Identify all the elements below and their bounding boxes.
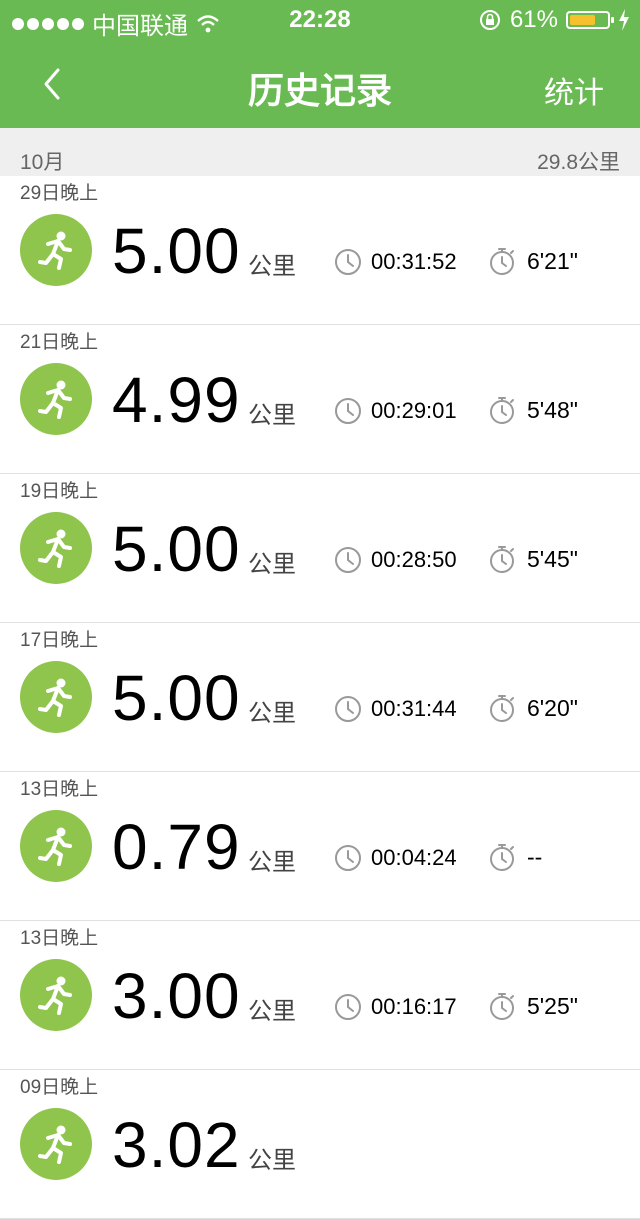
history-record-row[interactable]: 19日晚上 5.00 公里 00:28:50 5'45" — [0, 474, 640, 623]
record-duration: 00:04:24 — [371, 845, 457, 870]
record-pace: 5'45" — [527, 546, 578, 572]
record-distance: 5.00 — [112, 215, 241, 287]
header-bar: 中国联通 22:28 61% 历史记录 统计 — [0, 0, 640, 128]
running-person-icon — [20, 1108, 92, 1180]
clock-icon — [335, 398, 361, 424]
history-record-row[interactable]: 13日晚上 0.79 公里 00:04:24 -- — [0, 772, 640, 921]
record-date: 09日晚上 — [20, 1077, 99, 1098]
record-pace: 6'21" — [527, 248, 578, 274]
running-person-icon — [20, 661, 92, 733]
running-person-icon — [20, 959, 92, 1031]
record-distance: 0.79 — [112, 811, 241, 883]
record-date: 21日晚上 — [20, 332, 99, 353]
status-bar: 中国联通 22:28 61% — [0, 0, 640, 40]
stopwatch-icon — [490, 397, 514, 424]
record-date: 13日晚上 — [20, 928, 99, 949]
running-person-icon — [20, 363, 92, 435]
history-record-row[interactable]: 29日晚上 5.00 公里 00:31:52 6'21" — [0, 176, 640, 325]
charging-bolt-icon — [619, 9, 629, 31]
stopwatch-icon — [490, 844, 514, 871]
stopwatch-icon — [490, 546, 514, 573]
stopwatch-icon — [490, 993, 514, 1020]
record-pace: 6'20" — [527, 695, 578, 721]
navigation-bar: 历史记录 统计 — [0, 40, 640, 128]
history-record-row[interactable]: 09日晚上 3.02 公里 — [0, 1070, 640, 1219]
running-person-icon — [20, 512, 92, 584]
clock-icon — [335, 547, 361, 573]
distance-unit: 公里 — [248, 402, 296, 429]
clock-icon — [335, 845, 361, 871]
stats-button[interactable]: 统计 — [544, 68, 604, 112]
running-person-icon — [20, 810, 92, 882]
clock-icon — [335, 249, 361, 275]
history-record-row[interactable]: 21日晚上 4.99 公里 00:29:01 5'48" — [0, 325, 640, 474]
record-pace: -- — [527, 844, 543, 870]
record-date: 13日晚上 — [20, 779, 99, 800]
clock-icon — [335, 696, 361, 722]
stopwatch-icon — [490, 695, 514, 722]
month-total-distance: 29.8公里 — [537, 151, 620, 174]
distance-unit: 公里 — [248, 551, 296, 578]
record-duration: 00:16:17 — [371, 994, 457, 1019]
record-duration: 00:28:50 — [371, 547, 457, 572]
stopwatch-icon — [490, 248, 514, 275]
record-distance: 4.99 — [112, 364, 241, 436]
battery-icon — [566, 11, 614, 29]
battery-percent: 61% — [509, 6, 558, 33]
record-duration: 00:29:01 — [371, 398, 457, 423]
clock-icon — [335, 994, 361, 1020]
history-record-row[interactable]: 17日晚上 5.00 公里 00:31:44 6'20" — [0, 623, 640, 772]
distance-unit: 公里 — [248, 849, 296, 876]
distance-unit: 公里 — [248, 998, 296, 1025]
running-person-icon — [20, 214, 92, 286]
record-distance: 5.00 — [112, 513, 241, 585]
record-pace: 5'48" — [527, 397, 578, 423]
record-duration: 00:31:52 — [371, 249, 457, 274]
distance-unit: 公里 — [248, 1147, 296, 1174]
record-duration: 00:31:44 — [371, 696, 457, 721]
distance-unit: 公里 — [248, 700, 296, 727]
rotation-lock-icon — [479, 10, 500, 30]
month-section-header: 10月 29.8公里 — [0, 128, 640, 176]
record-pace: 5'25" — [527, 993, 578, 1019]
record-distance: 3.02 — [112, 1109, 241, 1181]
history-record-row[interactable]: 13日晚上 3.00 公里 00:16:17 5'25" — [0, 921, 640, 1070]
distance-unit: 公里 — [248, 253, 296, 280]
record-date: 17日晚上 — [20, 630, 99, 651]
record-date: 19日晚上 — [20, 481, 99, 502]
record-date: 29日晚上 — [20, 183, 99, 204]
record-distance: 3.00 — [112, 960, 241, 1032]
month-label: 10月 — [20, 151, 65, 174]
record-distance: 5.00 — [112, 662, 241, 734]
history-list: 29日晚上 5.00 公里 00:31:52 6'21" 21日晚上 4.99 … — [0, 176, 640, 1219]
